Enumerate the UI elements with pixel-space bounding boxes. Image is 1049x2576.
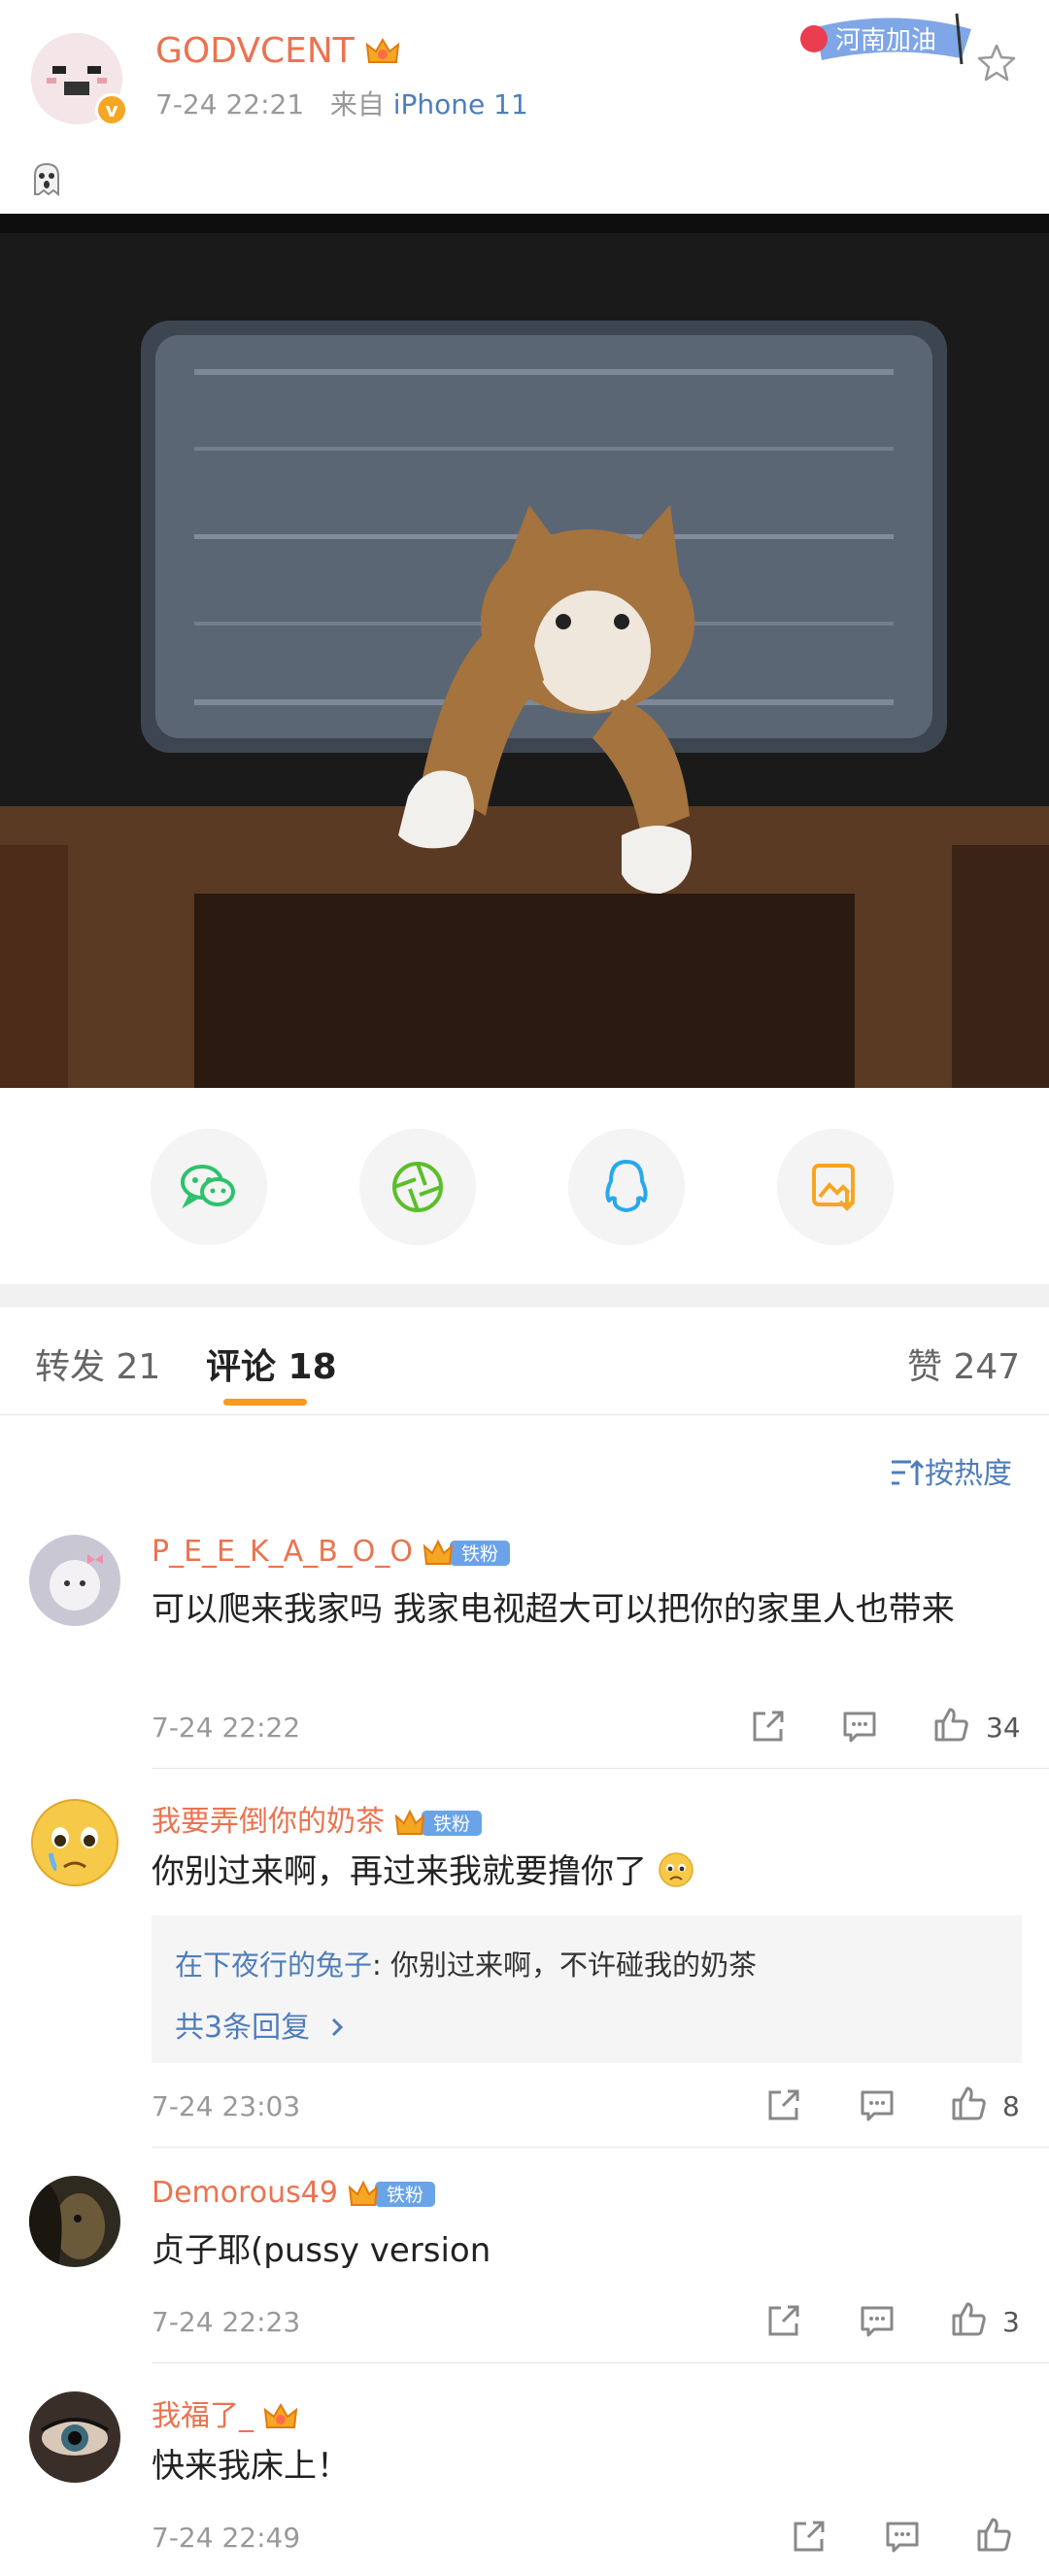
post-device[interactable]: iPhone 11 [393, 88, 528, 120]
crown-icon [365, 38, 400, 63]
chevron-right-icon [331, 2017, 343, 2037]
ghost-emoji-icon [34, 162, 59, 196]
repost-icon[interactable] [765, 2086, 802, 2123]
reply-preview-box[interactable]: 在下夜行的兔子: 你别过来啊，不许碰我的奶茶 共3条回复 [152, 1915, 1022, 2063]
commenter-avatar[interactable] [29, 2391, 120, 2483]
like-icon[interactable] [950, 2085, 987, 2121]
comment-author-row[interactable]: 我福了_ [152, 2391, 298, 2434]
reply-preview: 在下夜行的兔子: 你别过来啊，不许碰我的奶茶 [175, 1943, 757, 1983]
comment-time: 7-24 22:23 [152, 2306, 301, 2338]
comment-icon[interactable] [841, 1708, 878, 1745]
henan-tag-badge: 河南加油 [796, 10, 991, 72]
sort-label[interactable]: 按热度 [925, 1457, 1012, 1491]
tab-comments[interactable]: 评论 18 [206, 1339, 337, 1389]
verified-badge-icon: v [95, 93, 128, 126]
comment-time: 7-24 22:49 [152, 2522, 301, 2554]
sad-emoji-icon [659, 1852, 694, 1887]
post-image[interactable] [0, 214, 1049, 1088]
comment-text: 贞子耶(pussy version [152, 2231, 491, 2270]
repost-icon[interactable] [765, 2302, 802, 2339]
comment-text: 可以爬来我家吗 我家电视超大可以把你的家里人也带来 [152, 1590, 955, 1629]
comment-text-row: 你别过来啊，再过来我就要撸你了 [152, 1847, 1026, 1896]
comment-text: 你别过来啊，再过来我就要撸你了 [152, 1852, 647, 1891]
comment-text: 快来我床上！ [152, 2447, 350, 2486]
comment-author-row[interactable]: Demorous49 铁粉 [152, 2176, 437, 2210]
commenter-avatar[interactable] [29, 1797, 120, 1888]
section-divider [0, 1284, 1049, 1307]
moments-aperture-icon [392, 1162, 443, 1212]
comment-icon[interactable] [884, 2518, 921, 2555]
sort-icon [892, 1459, 925, 1485]
wechat-icon [181, 1165, 235, 1209]
sort-by-hot-button[interactable]: 按热度 [890, 1449, 1012, 1492]
repost-icon[interactable] [791, 2518, 828, 2555]
comment-author[interactable]: P_E_E_K_A_B_O_O [152, 1535, 413, 1569]
comment-author-row[interactable]: 我要弄倒你的奶茶 铁粉 [152, 1797, 484, 1840]
view-replies-link[interactable]: 共3条回复 [175, 2003, 347, 2046]
active-tab-indicator [223, 1399, 307, 1406]
commenter-avatar[interactable] [29, 2176, 120, 2267]
badge-text: 铁粉 [433, 1813, 470, 1835]
author-name[interactable]: GODVCENT [155, 31, 355, 71]
comment-author-row[interactable]: P_E_E_K_A_B_O_O 铁粉 [152, 1535, 512, 1569]
like-count: 8 [1002, 2090, 1020, 2122]
badge-text: 铁粉 [461, 1543, 498, 1565]
save-image-button[interactable] [777, 1129, 894, 1245]
share-qq-button[interactable] [568, 1129, 685, 1245]
comment-icon[interactable] [859, 2302, 896, 2339]
source-prefix: 来自 [329, 88, 385, 120]
like-icon[interactable] [932, 1706, 969, 1743]
repost-icon[interactable] [750, 1708, 787, 1745]
comment-time: 7-24 22:22 [152, 1712, 301, 1744]
like-count: 3 [1002, 2306, 1020, 2338]
star-icon[interactable] [977, 43, 1016, 82]
comment-separator [152, 2362, 1049, 2363]
post-time: 7-24 22:21 [155, 88, 305, 120]
comment-author[interactable]: 我福了_ [152, 2399, 254, 2433]
like-icon[interactable] [950, 2300, 987, 2337]
post-meta: 7-24 22:21 来自 iPhone 11 [155, 84, 528, 122]
comment-time: 7-24 23:03 [152, 2090, 301, 2122]
author-name-row[interactable]: GODVCENT [155, 31, 400, 71]
comment-author[interactable]: 我要弄倒你的奶茶 [152, 1805, 385, 1839]
tabs-divider [0, 1414, 1049, 1415]
badge-text: 铁粉 [387, 2185, 423, 2206]
reply-text: : 你别过来啊，不许碰我的奶茶 [372, 1949, 758, 1982]
tag-text: 河南加油 [835, 26, 936, 55]
crown-icon [263, 2402, 297, 2428]
qq-icon [605, 1160, 648, 1212]
tab-likes[interactable]: 赞 247 [907, 1339, 1020, 1389]
reply-author[interactable]: 在下夜行的兔子 [175, 1949, 372, 1982]
comment-separator [152, 2147, 1049, 2148]
share-moments-button[interactable] [359, 1129, 476, 1245]
share-wechat-button[interactable] [151, 1129, 267, 1245]
save-image-icon [812, 1164, 856, 1211]
like-count: 34 [986, 1712, 1021, 1744]
commenter-avatar[interactable] [29, 1535, 120, 1626]
like-icon[interactable] [975, 2516, 1012, 2553]
iron-fan-badge: 铁粉 [348, 2180, 435, 2207]
comment-icon[interactable] [859, 2086, 896, 2123]
tab-repost[interactable]: 转发 21 [35, 1339, 160, 1389]
iron-fan-badge: 铁粉 [423, 1539, 510, 1566]
comment-author[interactable]: Demorous49 [152, 2176, 338, 2210]
iron-fan-badge: 铁粉 [394, 1809, 482, 1836]
comment-separator [152, 1768, 1049, 1769]
view-replies-label[interactable]: 共3条回复 [175, 2011, 310, 2045]
